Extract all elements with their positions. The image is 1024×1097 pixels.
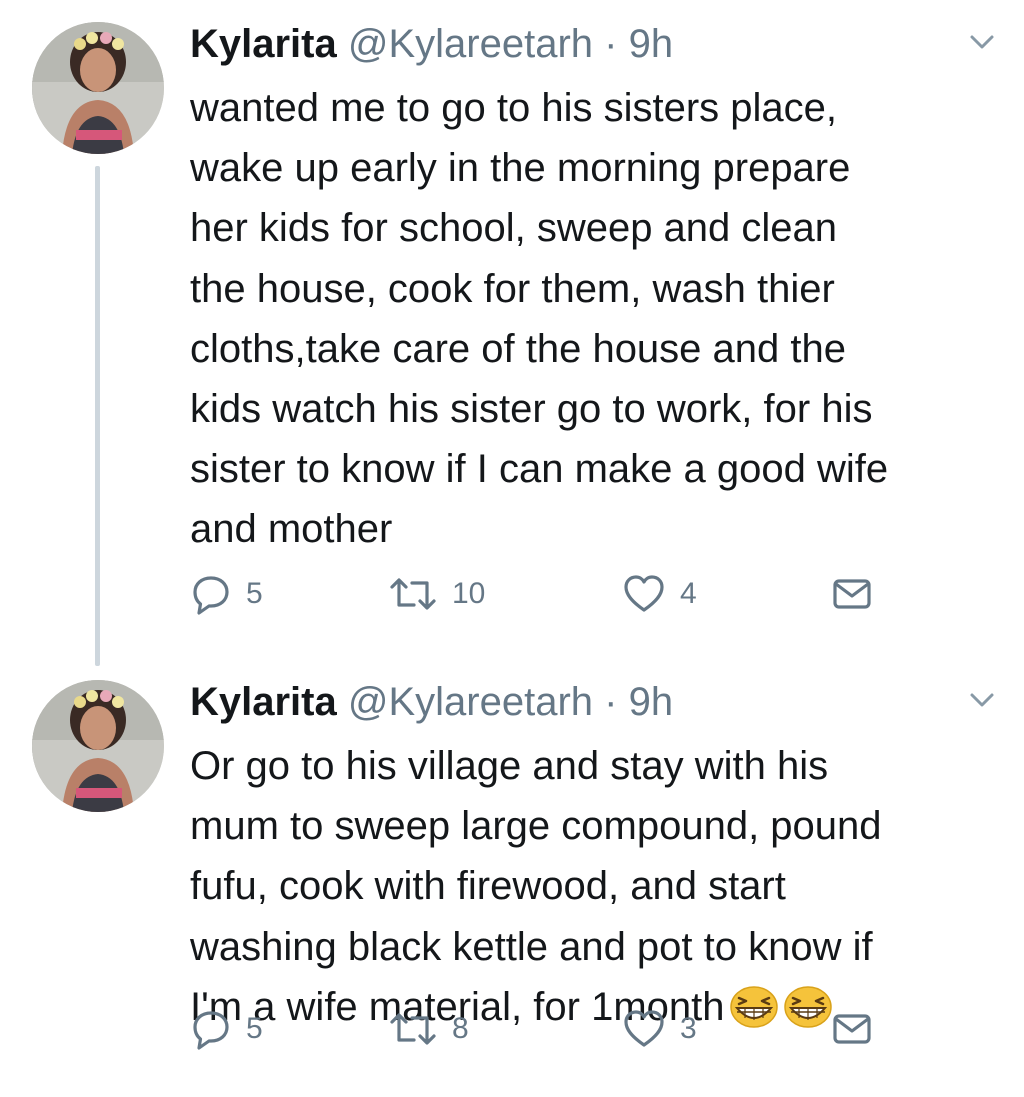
direct-message-button[interactable] [832,572,872,616]
reply-icon [193,1011,229,1050]
like-count: 4 [680,577,697,610]
tweet-text-line: Or go to his village and stay with his [190,744,829,788]
retweet-icon [390,1013,436,1045]
tweet-text-line: and mother [190,507,393,552]
avatar-photo [32,22,164,154]
timestamp[interactable]: 9h [629,680,674,724]
tweet[interactable]: Kylarita @Kylareetarh · 9h Or go to his … [0,658,1024,1097]
retweet-count: 10 [452,577,486,610]
retweet-icon [390,578,436,610]
tweet-text-line: cloths,take care of the house and the [190,326,846,371]
heart-icon [624,1010,664,1047]
retweet-button[interactable]: 8 [388,1007,469,1051]
retweet-button[interactable]: 10 [388,572,485,616]
like-button[interactable]: 3 [622,1007,697,1051]
user-handle[interactable]: @Kylareetarh [348,680,593,724]
tweet-text-line: sister to know if I can make a good wife [190,447,889,492]
tweet-text-line: mum to sweep large compound, pound [190,804,882,849]
tweet-text-line: her kids for school, sweep and clean [190,206,838,251]
tweet-text-line: wanted me to go to his sisters place, [190,86,837,130]
timestamp[interactable]: 9h [629,22,674,66]
retweet-count: 8 [452,1012,469,1045]
separator-dot: · [604,680,618,724]
reply-button[interactable]: 5 [190,1007,263,1051]
tweet-text: Or go to his village and stay with his m… [190,736,1000,1037]
envelope-icon [833,579,871,609]
tweet-text: wanted me to go to his sisters place, wa… [190,78,1000,560]
tweet-text-line: the house, cook for them, wash thier [190,266,835,311]
tweet-header: Kylarita @Kylareetarh · 9h [190,678,673,726]
reply-count: 5 [246,577,263,610]
tweet-text-line: fufu, cook with firewood, and start [190,864,786,909]
like-button[interactable]: 4 [622,572,697,616]
tweet[interactable]: Kylarita @Kylareetarh · 9h wanted me to … [0,0,1024,666]
tweet-text-line: kids watch his sister go to work, for hi… [190,387,873,432]
chevron-down-icon[interactable] [968,688,996,712]
user-handle[interactable]: @Kylareetarh [348,22,593,66]
avatar[interactable] [32,22,164,154]
tweet-actions: 5 8 3 [190,1007,890,1051]
tweet-header: Kylarita @Kylareetarh · 9h [190,20,673,68]
envelope-icon [833,1014,871,1044]
avatar-photo [32,680,164,812]
direct-message-button[interactable] [832,1007,872,1051]
display-name[interactable]: Kylarita [190,22,337,66]
thread-connector [95,166,100,666]
heart-icon [624,575,664,612]
like-count: 3 [680,1012,697,1045]
chevron-down-icon[interactable] [968,30,996,54]
reply-count: 5 [246,1012,263,1045]
separator-dot: · [604,22,618,66]
display-name[interactable]: Kylarita [190,680,337,724]
avatar[interactable] [32,680,164,812]
reply-button[interactable]: 5 [190,572,263,616]
tweet-actions: 5 10 4 [190,572,890,616]
tweet-text-line: washing black kettle and pot to know if [190,924,873,969]
reply-icon [193,576,229,615]
tweet-text-line: wake up early in the morning prepare [190,146,851,191]
